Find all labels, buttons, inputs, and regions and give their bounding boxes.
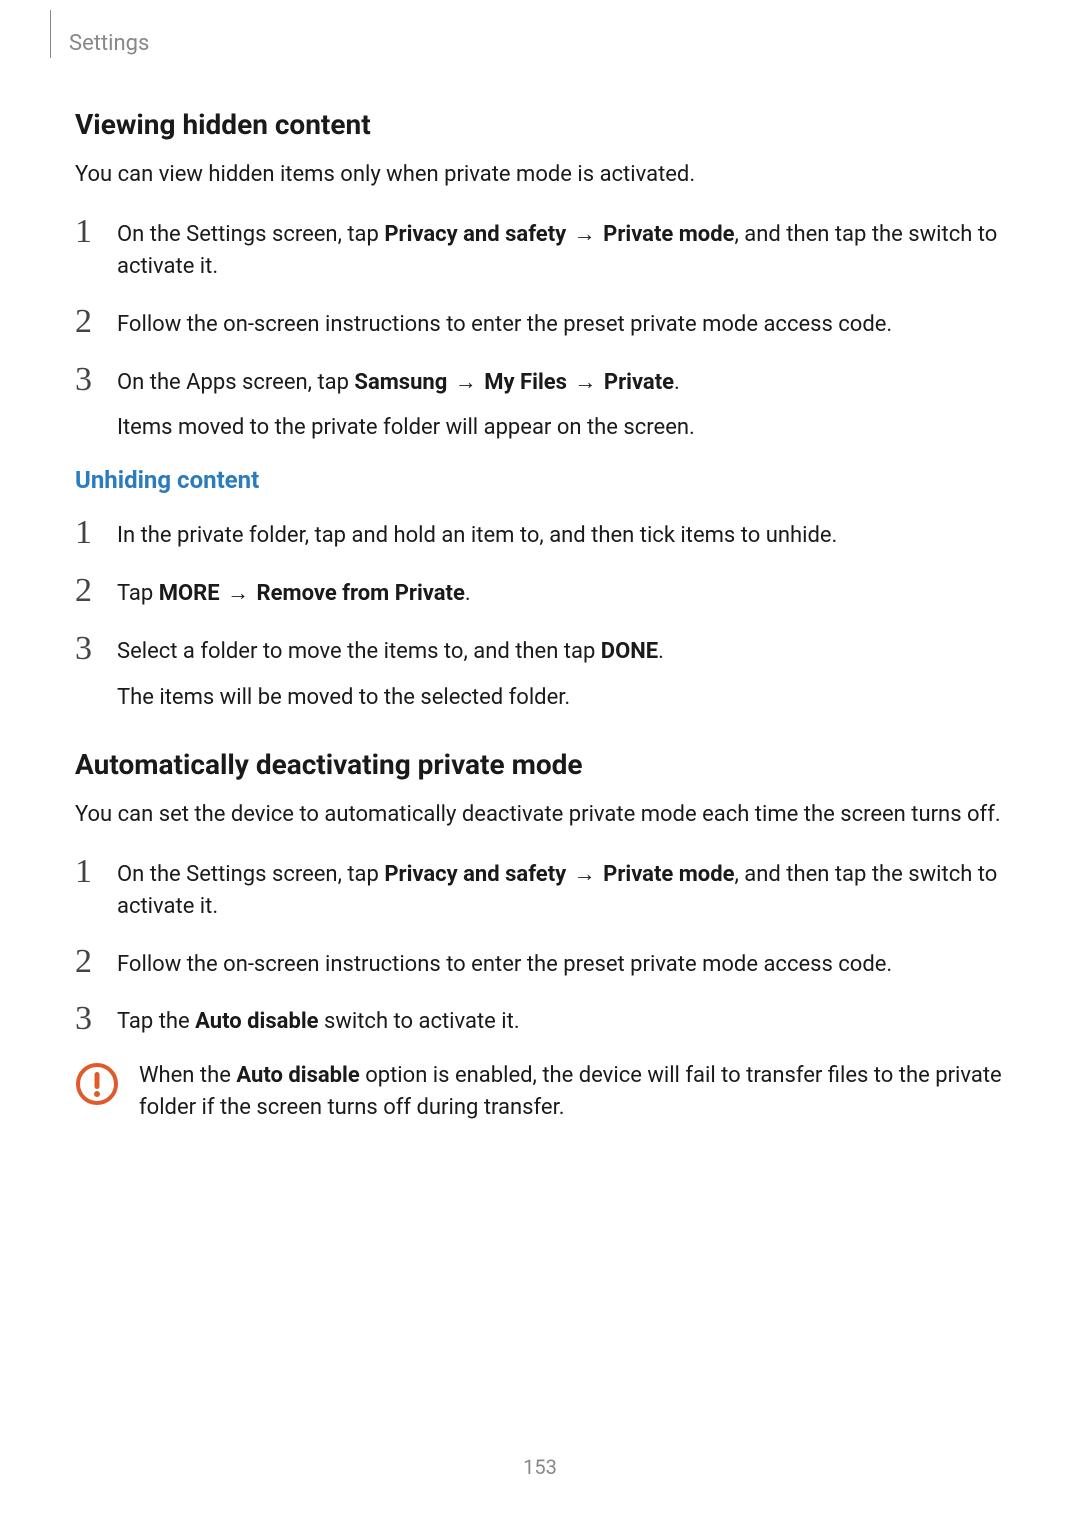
step-number: 2 (75, 945, 117, 979)
step-body: Follow the on-screen instructions to ent… (117, 305, 1005, 341)
page-number: 153 (0, 1455, 1080, 1479)
step-number: 3 (75, 632, 117, 666)
subsection-steps: 1 In the private folder, tap and hold an… (75, 516, 1005, 714)
step-body: Follow the on-screen instructions to ent… (117, 945, 1005, 981)
section1-intro: You can view hidden items only when priv… (75, 159, 1005, 191)
subsection-title-unhiding: Unhiding content (75, 466, 1005, 494)
step-body: In the private folder, tap and hold an i… (117, 516, 1005, 552)
step-item: 3 On the Apps screen, tap Samsung → My F… (75, 363, 1005, 445)
caution-text: When the Auto disable option is enabled,… (139, 1060, 1005, 1124)
step-item: 2 Follow the on-screen instructions to e… (75, 945, 1005, 981)
step-number: 1 (75, 855, 117, 889)
section-title-viewing: Viewing hidden content (75, 108, 1005, 141)
step-number: 1 (75, 516, 117, 550)
header-divider (50, 10, 51, 58)
section2-steps: 1 On the Settings screen, tap Privacy an… (75, 855, 1005, 1039)
section-title-auto-deactivate: Automatically deactivating private mode (75, 748, 1005, 781)
step-body: On the Apps screen, tap Samsung → My Fil… (117, 363, 1005, 445)
step-item: 1 On the Settings screen, tap Privacy an… (75, 215, 1005, 283)
step-item: 3 Tap the Auto disable switch to activat… (75, 1002, 1005, 1038)
step-item: 2 Tap MORE → Remove from Private. (75, 574, 1005, 610)
step-body: On the Settings screen, tap Privacy and … (117, 855, 1005, 923)
caution-note: When the Auto disable option is enabled,… (75, 1060, 1005, 1124)
step-number: 2 (75, 305, 117, 339)
breadcrumb: Settings (69, 31, 149, 56)
step-item: 3 Select a folder to move the items to, … (75, 632, 1005, 714)
step-body: On the Settings screen, tap Privacy and … (117, 215, 1005, 283)
section2-intro: You can set the device to automatically … (75, 799, 1005, 831)
page-content: Viewing hidden content You can view hidd… (0, 58, 1080, 1124)
step-body: Select a folder to move the items to, an… (117, 632, 1005, 714)
step-item: 1 On the Settings screen, tap Privacy an… (75, 855, 1005, 923)
step-number: 1 (75, 215, 117, 249)
step-body: Tap the Auto disable switch to activate … (117, 1002, 1005, 1038)
caution-icon (75, 1062, 119, 1106)
page-header: Settings (0, 0, 1080, 58)
section1-steps: 1 On the Settings screen, tap Privacy an… (75, 215, 1005, 444)
step-number: 3 (75, 1002, 117, 1036)
step-number: 2 (75, 574, 117, 608)
step-item: 1 In the private folder, tap and hold an… (75, 516, 1005, 552)
step-body: Tap MORE → Remove from Private. (117, 574, 1005, 610)
step-item: 2 Follow the on-screen instructions to e… (75, 305, 1005, 341)
step-number: 3 (75, 363, 117, 397)
